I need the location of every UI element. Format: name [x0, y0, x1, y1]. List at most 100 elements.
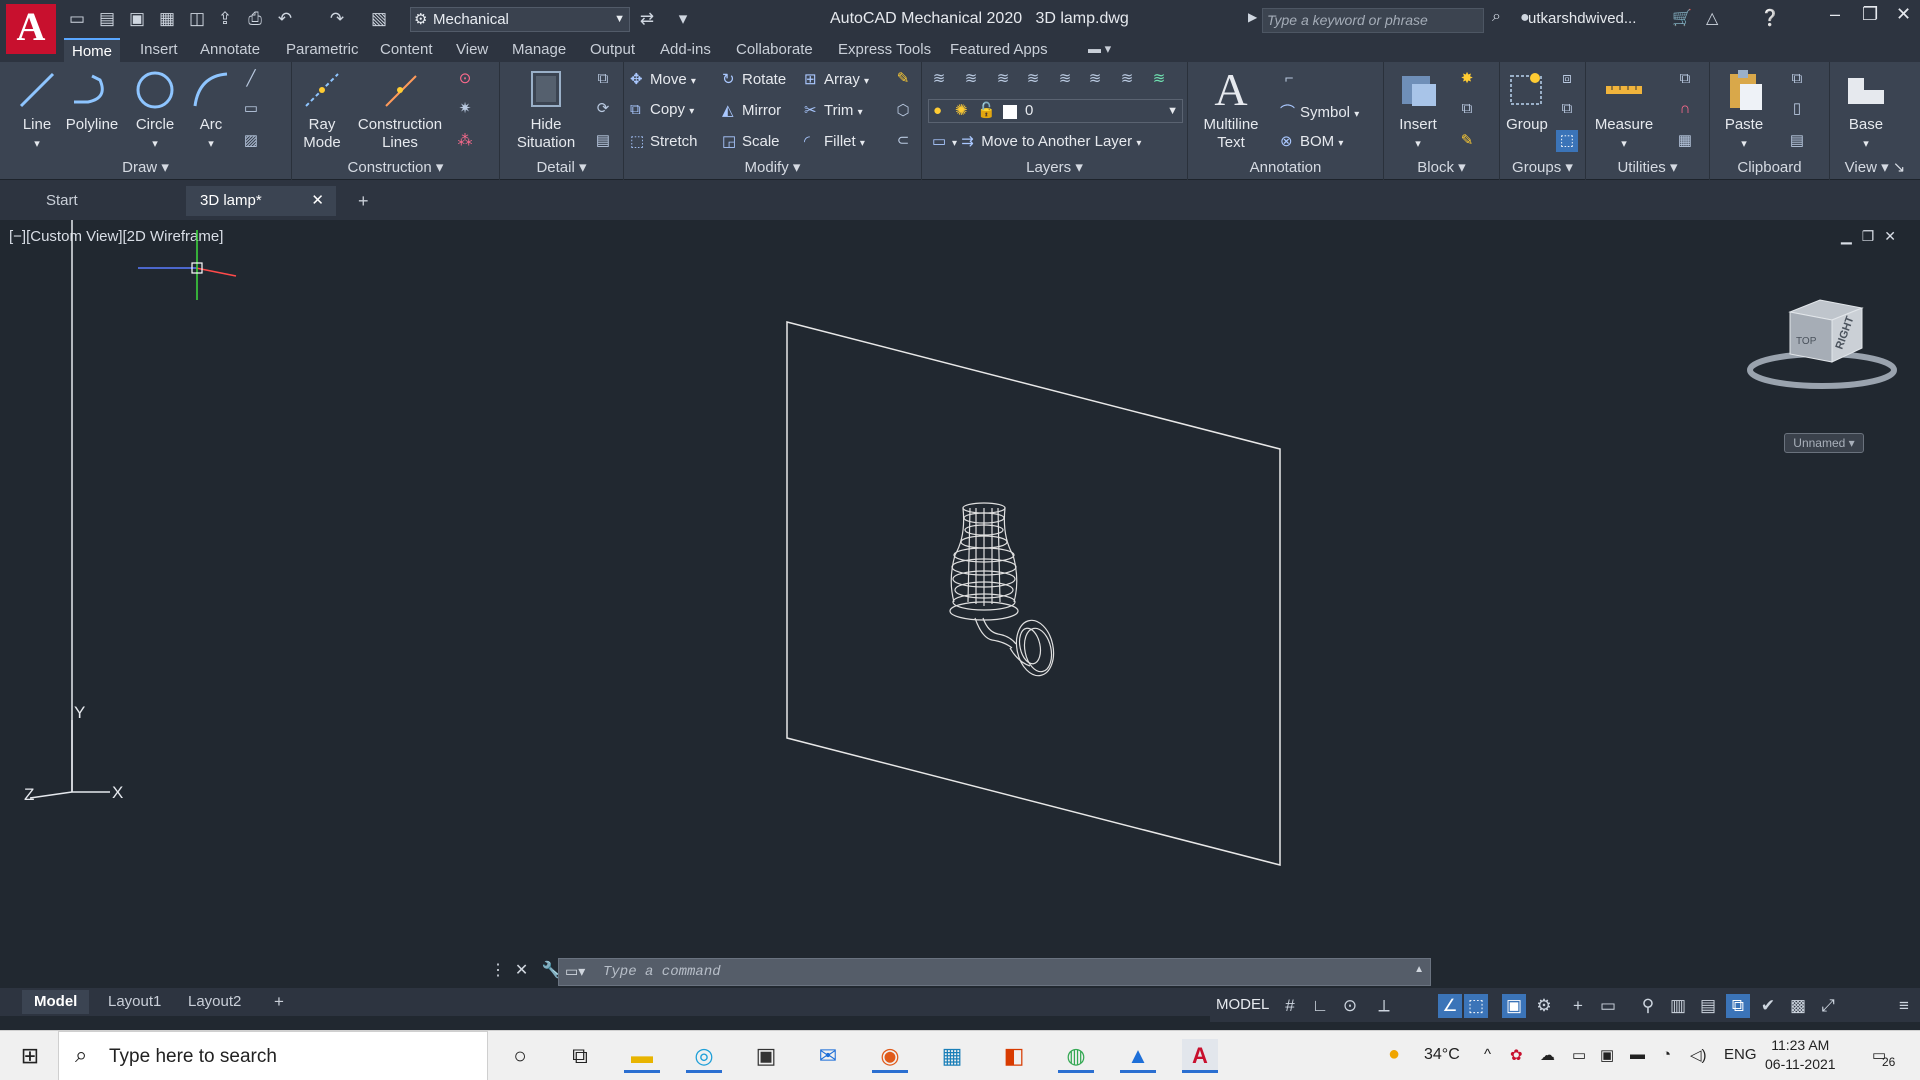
ungroup-icon[interactable]: ⧈ — [1556, 68, 1578, 90]
explode-icon[interactable]: ⬡ — [892, 100, 914, 122]
close-tab-icon[interactable]: ✕ — [311, 186, 324, 216]
panel-title-view[interactable]: View ▾ ↘ — [1830, 158, 1920, 176]
group-button[interactable]: Group — [1502, 68, 1552, 134]
grid-icon[interactable]: # — [1278, 994, 1302, 1018]
settings-gear-icon[interactable]: ⚙ — [1532, 994, 1556, 1018]
photos-icon[interactable]: ▲ — [1120, 1039, 1156, 1073]
tray-device-icon[interactable]: ▭ — [1572, 1046, 1586, 1064]
base-view-button[interactable]: Base ▾ — [1838, 68, 1894, 153]
move-button[interactable]: ✥ Move ▾ — [630, 70, 696, 88]
viewcube[interactable] — [1747, 299, 1897, 389]
tab-content[interactable]: Content — [380, 41, 433, 58]
array-button[interactable]: ⊞ Array ▾ — [804, 70, 869, 88]
construction-line-icon[interactable]: ╱ — [240, 68, 262, 90]
weather-icon[interactable]: ● — [1388, 1043, 1400, 1066]
layer-state-icon[interactable]: ≋ — [960, 68, 982, 90]
customize-qat-icon[interactable]: ▾ — [672, 8, 694, 30]
tab-layout2[interactable]: Layout2 — [176, 990, 253, 1014]
ribbon-minimize-icon[interactable]: ▬ ▾ — [1088, 41, 1111, 57]
open-icon[interactable]: ▤ — [96, 8, 118, 30]
bom-button[interactable]: ⊗ BOM ▾ — [1280, 132, 1343, 150]
hide-situation-button[interactable]: Hide Situation — [508, 68, 584, 152]
snap-icon[interactable]: ∟ — [1308, 994, 1332, 1018]
layer-unisolate-icon[interactable]: ≋ — [1022, 68, 1044, 90]
tab-featured-apps[interactable]: Featured Apps — [950, 41, 1048, 58]
volume-icon[interactable]: ◁) — [1690, 1046, 1707, 1064]
wall-plane[interactable] — [786, 321, 1281, 866]
layer-freeze-icon[interactable]: ≋ — [1084, 68, 1106, 90]
tab-insert[interactable]: Insert — [140, 41, 178, 58]
polyline-button[interactable]: Polyline — [64, 68, 120, 134]
save-as-icon[interactable]: ▦ — [156, 8, 178, 30]
close-command-icon[interactable]: ✕ — [515, 962, 528, 979]
panel-title-groups[interactable]: Groups ▾ — [1500, 158, 1585, 176]
undo-icon[interactable]: ↶ — [274, 8, 296, 30]
group-selection-icon[interactable]: ⬚ — [1556, 130, 1578, 152]
fillet-button[interactable]: ◜ Fillet ▾ — [804, 132, 865, 150]
office-icon[interactable]: ◧ — [996, 1039, 1032, 1073]
autocad-taskbar-icon[interactable]: A — [1182, 1039, 1218, 1073]
minimize-button[interactable]: – — [1830, 4, 1840, 25]
panel-title-modify[interactable]: Modify ▾ — [624, 158, 921, 176]
app-icon[interactable]: ▦ — [934, 1039, 970, 1073]
chrome-icon[interactable]: ◍ — [1058, 1039, 1094, 1073]
tab-model[interactable]: Model — [22, 990, 90, 1014]
trim-button[interactable]: ✂ Trim ▾ — [804, 101, 863, 119]
panel-title-block[interactable]: Block ▾ — [1384, 158, 1499, 176]
arc-button[interactable]: Arc ▾ — [188, 68, 234, 153]
units-icon[interactable]: ▥ — [1666, 994, 1690, 1018]
weather-temperature[interactable]: 34°C — [1424, 1046, 1460, 1064]
battery-icon[interactable]: ▬ — [1630, 1046, 1645, 1063]
quick-select-icon[interactable]: ⧉ — [1674, 68, 1696, 90]
command-history-icon[interactable]: ▲ — [1414, 964, 1424, 975]
redo-icon[interactable]: ↷ — [326, 8, 348, 30]
line-button[interactable]: Line ▾ — [14, 68, 60, 153]
binoculars-icon[interactable]: ⌕ — [1492, 8, 1501, 26]
circle-button[interactable]: Circle ▾ — [130, 68, 180, 153]
tab-add-ins[interactable]: Add-ins — [660, 41, 711, 58]
layer-isolate-icon[interactable]: ≋ — [992, 68, 1014, 90]
tab-output[interactable]: Output — [590, 41, 635, 58]
cut-icon[interactable]: ⧉ — [1786, 68, 1808, 90]
quick-properties-icon[interactable]: ▤ — [1696, 994, 1720, 1018]
scale-button[interactable]: ◲ Scale — [722, 132, 780, 150]
insert-block-button[interactable]: Insert ▾ — [1390, 68, 1446, 153]
wifi-icon[interactable]: ◔ — [1662, 1046, 1671, 1063]
layer-lock-icon[interactable]: ≋ — [1116, 68, 1138, 90]
mirror-button[interactable]: ◭ Mirror — [722, 101, 781, 119]
panel-title-layers[interactable]: Layers ▾ — [922, 158, 1187, 176]
copy-clip-icon[interactable]: ▯ — [1786, 98, 1808, 120]
cortana-icon[interactable]: ○ — [502, 1039, 538, 1073]
maximize-button[interactable]: ❐ — [1862, 4, 1878, 25]
edit-block-icon[interactable]: ⧉ — [1456, 98, 1478, 120]
object-snap-icon[interactable]: ⬚ — [1464, 994, 1488, 1018]
tray-monitor-icon[interactable]: ▣ — [1600, 1046, 1614, 1064]
erase-icon[interactable]: ✎ — [892, 68, 914, 90]
detail-list-icon[interactable]: ▤ — [592, 130, 614, 152]
multiline-text-button[interactable]: A Multiline Text — [1196, 67, 1266, 152]
tab-3d-lamp[interactable]: 3D lamp* ✕ — [186, 186, 336, 216]
recent-commands-icon[interactable]: ▭▾ — [565, 963, 585, 980]
file-explorer-icon[interactable]: ▬ — [624, 1039, 660, 1073]
selection-cycling-icon[interactable]: ▣ — [1502, 994, 1526, 1018]
annotation-monitor-icon[interactable]: ⚲ — [1636, 994, 1660, 1018]
expand-search-icon[interactable]: ▶ — [1248, 10, 1257, 24]
construction-lines-button[interactable]: Construction Lines — [352, 68, 448, 152]
rectangle-icon[interactable]: ▭ — [240, 98, 262, 120]
panel-title-utilities[interactable]: Utilities ▾ — [1586, 158, 1709, 176]
tray-app-icon[interactable]: ✿ — [1510, 1046, 1523, 1064]
close-window-button[interactable]: ✕ — [1896, 4, 1911, 25]
lamp-model[interactable] — [949, 502, 1058, 679]
edge-icon[interactable]: ◎ — [686, 1039, 722, 1073]
layer-properties-icon[interactable]: ≋ — [928, 68, 950, 90]
taskbar-search[interactable]: ⌕ Type here to search — [58, 1031, 488, 1080]
grip-icon[interactable]: ⋮ — [490, 962, 506, 979]
command-input[interactable]: ▭▾ Type a command ▲ — [558, 958, 1431, 986]
plot-icon[interactable]: ⎙ — [244, 8, 266, 30]
language-indicator[interactable]: ENG — [1724, 1046, 1757, 1063]
user-account[interactable]: utkarshdwived... — [1528, 10, 1636, 27]
layer-dropdown[interactable]: ● ✺ 🔓 0 ▼ — [928, 99, 1183, 123]
magnet-icon[interactable]: ∩ — [1674, 98, 1696, 120]
circle-center-icon[interactable]: ⊙ — [454, 68, 476, 90]
symbol-button[interactable]: ⌒ Symbol ▾ — [1280, 101, 1359, 122]
